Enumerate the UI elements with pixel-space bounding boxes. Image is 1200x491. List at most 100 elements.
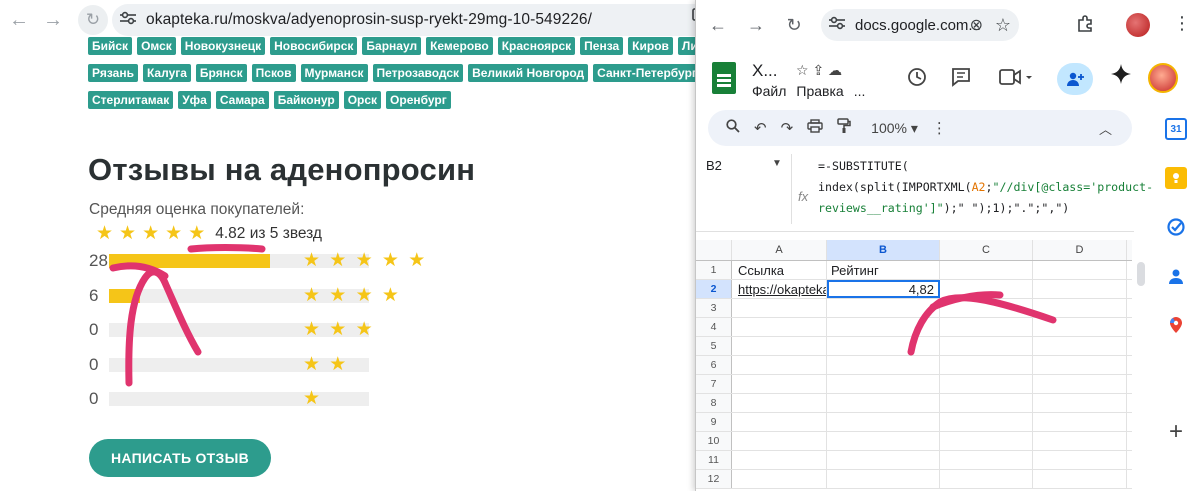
cell-d6[interactable]	[1033, 356, 1127, 374]
profile-avatar[interactable]	[1126, 13, 1150, 37]
cell-b11[interactable]	[827, 451, 940, 469]
address-bar[interactable]: okapteka.ru/moskva/adyenoprosin-susp-rye…	[112, 4, 700, 36]
row-header[interactable]: 12	[696, 470, 732, 488]
city-tag[interactable]: Новокузнецк	[180, 37, 266, 55]
cell-c9[interactable]	[940, 413, 1033, 431]
kebab-menu-icon[interactable]: ⋮	[1173, 13, 1191, 34]
cell-d5[interactable]	[1033, 337, 1127, 355]
cell-d3[interactable]	[1033, 299, 1127, 317]
rating-row[interactable]: 0 ★ ★ ★	[89, 318, 449, 353]
city-tag[interactable]: Санкт-Петербург	[593, 64, 700, 82]
cell-b2[interactable]: 4,82	[827, 280, 940, 298]
collapse-icon[interactable]: ︿	[1099, 119, 1112, 138]
address-bar-url[interactable]: docs.google.com...	[855, 17, 981, 34]
cell-d7[interactable]	[1033, 375, 1127, 393]
cell-a4[interactable]	[732, 318, 827, 336]
cell-b12[interactable]	[827, 470, 940, 488]
row-header[interactable]: 11	[696, 451, 732, 469]
city-tag[interactable]: Пенза	[580, 37, 624, 55]
sheets-logo-icon[interactable]	[712, 62, 736, 94]
cell-d11[interactable]	[1033, 451, 1127, 469]
city-tag[interactable]: Киров	[628, 37, 673, 55]
back-arrow-icon[interactable]: ←	[4, 5, 34, 35]
city-tag[interactable]: Бийск	[88, 37, 133, 55]
row-header[interactable]: 8	[696, 394, 732, 412]
cell-c7[interactable]	[940, 375, 1033, 393]
row-header[interactable]: 1	[696, 261, 732, 279]
keep-icon[interactable]	[1165, 167, 1187, 189]
site-settings-icon[interactable]	[120, 11, 146, 29]
reload-icon[interactable]: ↻	[78, 5, 108, 35]
city-tag[interactable]: Омск	[137, 37, 176, 55]
cell-d2[interactable]	[1033, 280, 1127, 298]
cell-c6[interactable]	[940, 356, 1033, 374]
city-tag[interactable]: Стерлитамак	[88, 91, 174, 109]
city-tag[interactable]: Оренбург	[386, 91, 451, 109]
city-tag[interactable]: Брянск	[195, 64, 247, 82]
row-header[interactable]: 10	[696, 432, 732, 450]
cell-c2[interactable]	[940, 280, 1033, 298]
row-header[interactable]: 9	[696, 413, 732, 431]
add-addon-icon[interactable]: +	[1165, 418, 1187, 445]
row-header[interactable]: 4	[696, 318, 732, 336]
search-icon[interactable]	[726, 119, 740, 137]
more-icon[interactable]: ⋮	[932, 119, 947, 137]
city-tag[interactable]: Барнаул	[362, 37, 422, 55]
select-all-corner[interactable]	[696, 240, 732, 260]
cell-d9[interactable]	[1033, 413, 1127, 431]
cell-a9[interactable]	[732, 413, 827, 431]
menu-more[interactable]: ...	[854, 83, 866, 99]
cell-d1[interactable]	[1033, 261, 1127, 279]
row-header[interactable]: 3	[696, 299, 732, 317]
cell-b7[interactable]	[827, 375, 940, 393]
cell-b1[interactable]: Рейтинг	[827, 261, 940, 279]
cell-c3[interactable]	[940, 299, 1033, 317]
comment-icon[interactable]	[950, 66, 972, 94]
contacts-icon[interactable]	[1165, 265, 1187, 287]
extensions-icon[interactable]	[1076, 15, 1094, 38]
rating-row[interactable]: 28 ★ ★ ★ ★ ★	[89, 249, 449, 284]
cell-c11[interactable]	[940, 451, 1033, 469]
cell-a2[interactable]: https://okapteka.	[732, 280, 827, 298]
cell-a8[interactable]	[732, 394, 827, 412]
city-tag[interactable]: Калуга	[142, 64, 191, 82]
undo-icon[interactable]: ↶	[754, 119, 767, 137]
clear-icon[interactable]: ⊗	[970, 15, 983, 35]
document-title[interactable]: Х...	[752, 61, 778, 81]
column-header-c[interactable]: C	[940, 240, 1033, 260]
history-icon[interactable]	[906, 66, 928, 94]
cell-a6[interactable]	[732, 356, 827, 374]
cell-c10[interactable]	[940, 432, 1033, 450]
city-tag[interactable]: Байконур	[273, 91, 339, 109]
print-icon[interactable]	[807, 119, 823, 137]
reload-icon[interactable]: ↻	[782, 15, 806, 36]
rating-row[interactable]: 0 ★ ★	[89, 353, 449, 388]
bookmark-star-icon[interactable]: ☆	[995, 15, 1011, 36]
cell-c4[interactable]	[940, 318, 1033, 336]
formula-input[interactable]: =-SUBSTITUTE( index(split(IMPORTXML(A2;"…	[818, 156, 1153, 219]
city-tag[interactable]: Новосибирск	[270, 37, 358, 55]
cell-b8[interactable]	[827, 394, 940, 412]
column-header-b[interactable]: B	[827, 240, 940, 260]
rating-row[interactable]: 6 ★ ★ ★ ★	[89, 284, 449, 319]
row-header[interactable]: 7	[696, 375, 732, 393]
redo-icon[interactable]: ↷	[781, 119, 794, 137]
city-tag[interactable]: Орск	[343, 91, 382, 109]
write-review-button[interactable]: НАПИСАТЬ ОТЗЫВ	[89, 439, 271, 477]
row-header[interactable]: 2	[696, 280, 732, 298]
city-tag[interactable]: Великий Новгород	[468, 64, 589, 82]
meet-icon[interactable]	[999, 66, 1033, 94]
cell-a3[interactable]	[732, 299, 827, 317]
cell-c12[interactable]	[940, 470, 1033, 488]
tasks-icon[interactable]	[1165, 216, 1187, 238]
calendar-icon[interactable]: 31	[1165, 118, 1187, 140]
row-header[interactable]: 6	[696, 356, 732, 374]
account-avatar[interactable]	[1148, 63, 1178, 93]
city-tag[interactable]: Псков	[251, 64, 296, 82]
menu-file[interactable]: Файл	[752, 83, 786, 99]
column-header-a[interactable]: A	[732, 240, 827, 260]
cell-c1[interactable]	[940, 261, 1033, 279]
back-arrow-icon[interactable]: ←	[706, 15, 730, 36]
cell-d12[interactable]	[1033, 470, 1127, 488]
share-button[interactable]	[1057, 63, 1093, 95]
